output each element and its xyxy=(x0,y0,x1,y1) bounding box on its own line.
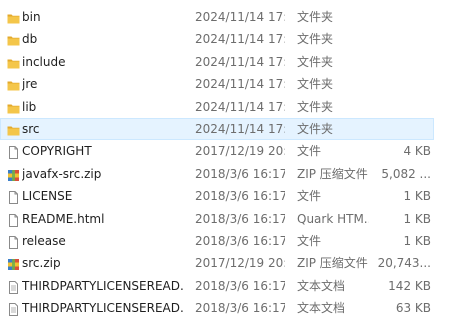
file-modified-date: 2017/12/19 20:... xyxy=(195,256,285,271)
file-type: ZIP 压缩文件 xyxy=(297,166,368,181)
file-name: jre xyxy=(22,77,38,92)
file-name: src xyxy=(22,121,40,136)
folder-icon xyxy=(7,55,20,69)
file-size: 20,743... xyxy=(377,256,431,271)
file-size: 5,082 ... xyxy=(381,166,431,181)
file-type: 文件 xyxy=(297,144,322,159)
file-row[interactable]: lib 2024/11/14 17:... 文件夹 xyxy=(0,96,474,118)
file-modified-date: 2024/11/14 17:... xyxy=(195,99,285,114)
file-type: 文本文档 xyxy=(297,301,346,316)
file-name: src.zip xyxy=(22,256,61,271)
file-modified-date: 2024/11/14 17:... xyxy=(195,121,285,136)
file-name: db xyxy=(22,32,38,47)
file-size: 4 KB xyxy=(403,144,431,159)
file-modified-date: 2024/11/14 17:... xyxy=(195,54,285,69)
text-document-icon xyxy=(7,279,20,294)
file-type: 文件夹 xyxy=(297,77,334,92)
file-row[interactable]: THIRDPARTYLICENSEREAD... 2018/3/6 16:17 文本… xyxy=(0,297,474,319)
file-icon xyxy=(7,234,20,249)
file-row[interactable]: THIRDPARTYLICENSEREAD... 2018/3/6 16:17 文本… xyxy=(0,275,474,297)
file-type: 文件 xyxy=(297,189,322,204)
file-name: lib xyxy=(22,99,37,114)
file-name: javafx-src.zip xyxy=(22,166,102,181)
file-type: 文本文档 xyxy=(297,278,346,293)
file-icon xyxy=(7,212,20,227)
file-modified-date: 2018/3/6 16:17 xyxy=(195,166,285,181)
file-row[interactable]: db 2024/11/14 17:... 文件夹 xyxy=(0,28,474,50)
file-row[interactable]: javafx-src.zip 2018/3/6 16:17 ZIP 压缩文件 5,08… xyxy=(0,163,474,185)
file-row[interactable]: src.zip 2017/12/19 20:... ZIP 压缩文件 20,743..… xyxy=(0,252,474,274)
file-modified-date: 2018/3/6 16:17 xyxy=(195,233,285,248)
text-document-icon xyxy=(7,301,20,317)
file-type: 文件夹 xyxy=(297,54,334,69)
file-name: release xyxy=(22,233,66,248)
file-type: 文件夹 xyxy=(297,32,334,47)
file-row[interactable]: LICENSE 2018/3/6 16:17 文件 1 KB xyxy=(0,185,474,207)
file-modified-date: 2017/12/19 20:... xyxy=(195,144,285,159)
file-name: LICENSE xyxy=(22,189,73,204)
folder-icon xyxy=(7,77,20,91)
file-modified-date: 2018/3/6 16:17 xyxy=(195,189,285,204)
file-name: include xyxy=(22,54,66,69)
zip-archive-icon xyxy=(7,256,20,271)
file-modified-date: 2024/11/14 17:... xyxy=(195,10,285,24)
file-row[interactable]: COPYRIGHT 2017/12/19 20:... 文件 4 KB xyxy=(0,140,474,162)
file-type: 文件夹 xyxy=(297,121,334,136)
file-row[interactable]: release 2018/3/6 16:17 文件 1 KB xyxy=(0,230,474,252)
file-icon xyxy=(7,189,20,205)
file-size: 142 KB xyxy=(388,278,431,293)
folder-icon xyxy=(7,100,20,114)
file-modified-date: 2018/3/6 16:17 xyxy=(195,278,285,293)
zip-archive-icon xyxy=(7,167,20,181)
file-size: 1 KB xyxy=(403,189,431,204)
file-row[interactable]: jre 2024/11/14 17:... 文件夹 xyxy=(0,73,474,95)
folder-icon xyxy=(7,10,20,24)
file-name: bin xyxy=(22,10,41,24)
file-type: Quark HTM... xyxy=(297,211,369,226)
file-name: COPYRIGHT xyxy=(22,144,92,159)
file-modified-date: 2024/11/14 17:... xyxy=(195,77,285,92)
folder-icon xyxy=(7,32,20,46)
file-size: 1 KB xyxy=(403,233,431,248)
file-size: 63 KB xyxy=(395,301,431,316)
file-type: 文件 xyxy=(297,233,322,248)
file-icon xyxy=(7,144,20,160)
folder-icon xyxy=(7,122,20,136)
file-type: 文件夹 xyxy=(297,10,334,24)
file-size: 1 KB xyxy=(403,211,431,226)
file-type: 文件夹 xyxy=(297,99,334,114)
file-row[interactable]: include 2024/11/14 17:... 文件夹 xyxy=(0,51,474,73)
file-modified-date: 2018/3/6 16:17 xyxy=(195,301,285,316)
file-list: bin 2024/11/14 17:... 文件夹 db 2024/11/14 17:.… xyxy=(0,0,474,317)
file-name: THIRDPARTYLICENSEREAD... xyxy=(22,301,184,316)
file-row[interactable]: src 2024/11/14 17:... 文件夹 xyxy=(0,117,434,141)
file-name: README.html xyxy=(22,211,105,226)
file-name: THIRDPARTYLICENSEREAD... xyxy=(22,278,184,293)
file-row[interactable]: README.html 2018/3/6 16:17 Quark HTM... 1 K… xyxy=(0,208,474,230)
file-modified-date: 2018/3/6 16:17 xyxy=(195,211,285,226)
file-row[interactable]: bin 2024/11/14 17:... 文件夹 xyxy=(0,6,474,28)
file-modified-date: 2024/11/14 17:... xyxy=(195,32,285,47)
file-type: ZIP 压缩文件 xyxy=(297,256,368,271)
